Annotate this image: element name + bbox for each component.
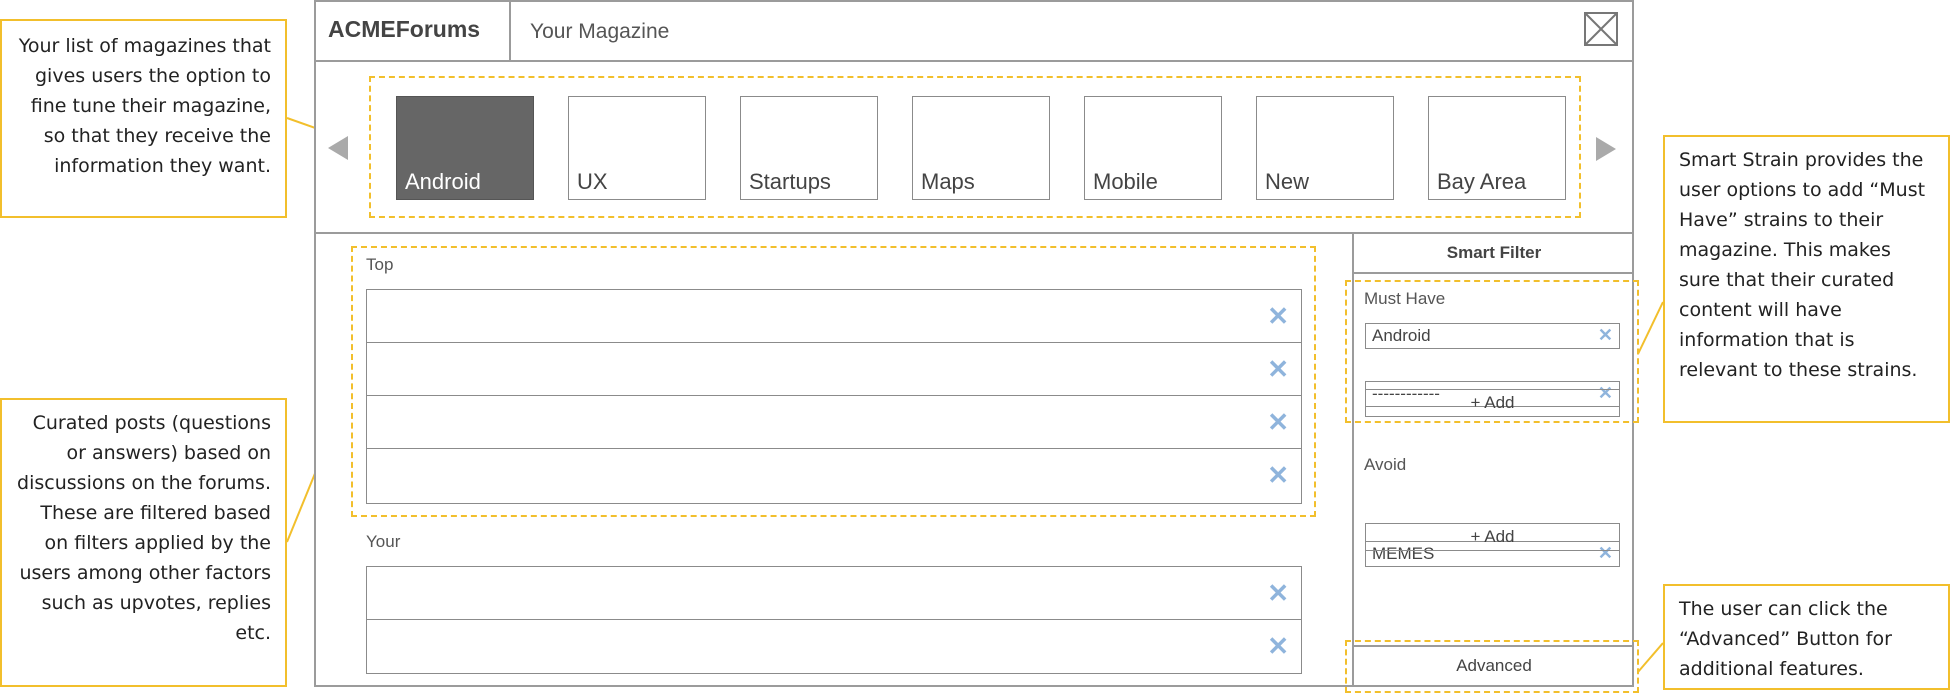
brand-logo: ACMEForums xyxy=(328,16,481,42)
close-icon[interactable] xyxy=(1584,12,1618,46)
list-item[interactable]: ✕ xyxy=(367,620,1301,673)
list-item[interactable]: ✕ xyxy=(367,290,1301,343)
remove-icon[interactable]: ✕ xyxy=(1267,462,1289,488)
must-have-chip[interactable]: Android ✕ xyxy=(1365,323,1620,349)
connector-smart-strain xyxy=(1637,301,1664,355)
header-divider xyxy=(509,0,511,60)
remove-icon[interactable]: ✕ xyxy=(1267,356,1289,382)
top-posts-list: ✕ ✕ ✕ ✕ xyxy=(366,289,1302,504)
magazine-tile[interactable]: Bay Area xyxy=(1428,96,1566,200)
list-item[interactable]: ✕ xyxy=(367,567,1301,620)
annotation-advanced: The user can click the “Advanced” Button… xyxy=(1663,584,1950,690)
magazine-tile-label: Maps xyxy=(921,169,975,194)
list-item[interactable]: ✕ xyxy=(367,396,1301,449)
must-have-label: Must Have xyxy=(1364,289,1446,308)
annotation-posts: Curated posts (questions or answers) bas… xyxy=(0,398,287,687)
prev-arrow-icon[interactable] xyxy=(328,136,348,160)
magazine-tile-label: Android xyxy=(405,169,481,194)
advanced-divider xyxy=(1354,645,1634,647)
your-posts-list: ✕ ✕ xyxy=(366,566,1302,674)
magazine-tile[interactable]: Startups xyxy=(740,96,878,200)
top-section-label: Top xyxy=(366,255,394,274)
magazine-tiles: Android UX Startups Maps Mobile New Bay Area xyxy=(396,96,1576,200)
avoid-add-button[interactable]: + Add xyxy=(1365,523,1620,551)
remove-icon[interactable]: ✕ xyxy=(1267,633,1289,659)
next-arrow-icon[interactable] xyxy=(1596,137,1616,161)
magazine-tile-label: UX xyxy=(577,169,608,194)
list-item[interactable]: ✕ xyxy=(367,343,1301,396)
annotation-posts-text: Curated posts (questions or answers) bas… xyxy=(17,412,271,644)
connector-advanced xyxy=(1637,642,1664,673)
smart-filter-title: Smart Filter xyxy=(1446,243,1542,262)
avoid-label: Avoid xyxy=(1364,455,1407,474)
annotation-magazines: Your list of magazines that gives users … xyxy=(0,19,287,218)
advanced-button[interactable]: Advanced xyxy=(1354,656,1634,676)
magazine-tile-label: New xyxy=(1265,169,1310,194)
magazine-tile[interactable]: Maps xyxy=(912,96,1050,200)
magazine-tile-label: Bay Area xyxy=(1437,169,1527,194)
magazine-tile[interactable]: Android xyxy=(396,96,534,200)
smart-filter-title-divider xyxy=(1354,272,1634,274)
magazine-tile-label: Mobile xyxy=(1093,169,1158,194)
magazine-strip: Android UX Startups Maps Mobile New Bay Area xyxy=(314,62,1634,234)
magazine-tile-label: Startups xyxy=(749,169,831,194)
magazine-tile[interactable]: New xyxy=(1256,96,1394,200)
must-have-add-button[interactable]: + Add xyxy=(1365,389,1620,417)
annotation-advanced-text: The user can click the “Advanced” Button… xyxy=(1679,598,1892,680)
header: ACMEForums Your Magazine xyxy=(314,0,1634,62)
annotation-smart-strain: Smart Strain provides the user options t… xyxy=(1663,135,1950,423)
annotation-magazines-text: Your list of magazines that gives users … xyxy=(18,35,271,177)
chip-label: Android xyxy=(1372,326,1431,345)
remove-icon[interactable]: ✕ xyxy=(1267,409,1289,435)
remove-icon[interactable]: ✕ xyxy=(1267,303,1289,329)
page-title: Your Magazine xyxy=(530,20,670,43)
list-item[interactable]: ✕ xyxy=(367,449,1301,502)
your-section-label: Your xyxy=(366,532,401,551)
remove-icon[interactable]: ✕ xyxy=(1267,580,1289,606)
remove-icon[interactable]: ✕ xyxy=(1598,324,1613,347)
annotation-smart-strain-text: Smart Strain provides the user options t… xyxy=(1679,149,1926,381)
magazine-tile[interactable]: UX xyxy=(568,96,706,200)
magazine-tile[interactable]: Mobile xyxy=(1084,96,1222,200)
